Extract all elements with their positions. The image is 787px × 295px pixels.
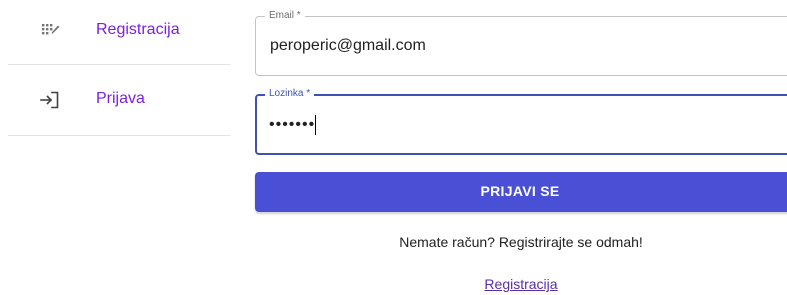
register-prompt: Nemate račun? Registrirajte se odmah! — [399, 234, 643, 250]
sidebar-item-prijava[interactable]: Prijava — [8, 65, 231, 135]
email-field: Email * — [255, 10, 787, 76]
sidebar-item-label: Prijava — [96, 90, 145, 107]
email-input[interactable] — [256, 17, 787, 75]
registration-grid-icon — [42, 24, 60, 35]
register-link[interactable]: Registracija — [484, 276, 557, 292]
register-link-container: Registracija — [255, 276, 787, 292]
sidebar-item-label: Registracija — [96, 21, 180, 38]
login-icon — [40, 91, 59, 109]
sidebar-item-registracija[interactable]: Registracija — [8, 0, 231, 64]
login-submit-button[interactable]: PRIJAVI SE — [255, 172, 787, 212]
password-field: Lozinka * — [255, 88, 787, 155]
text-caret — [315, 115, 316, 135]
sidebar-divider — [8, 135, 230, 136]
login-submit-label: PRIJAVI SE — [480, 183, 560, 199]
password-input[interactable] — [257, 96, 787, 153]
